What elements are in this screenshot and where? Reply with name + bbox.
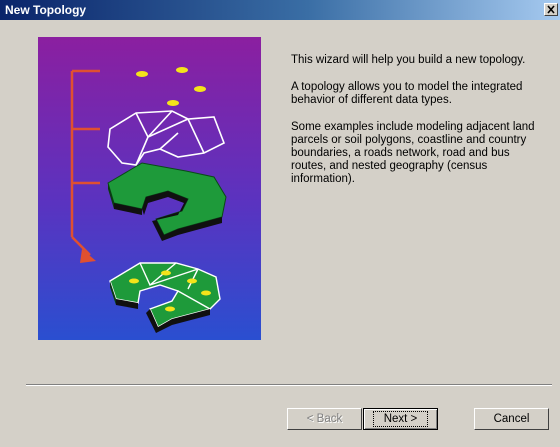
examples-paragraph: Some examples include modeling adjacent … [291, 121, 535, 185]
next-button-label: Next > [372, 411, 429, 427]
topology-illustration [38, 37, 261, 340]
close-button[interactable] [544, 3, 558, 16]
close-icon [547, 5, 555, 14]
window-title: New Topology [5, 3, 87, 17]
next-button[interactable]: Next > [363, 408, 438, 430]
intro-paragraph: This wizard will help you build a new to… [291, 54, 526, 66]
definition-paragraph: A topology allows you to model the integ… [291, 81, 523, 106]
title-bar[interactable]: New Topology [0, 0, 560, 20]
wizard-description: This wizard will help you build a new to… [291, 54, 536, 200]
back-button-label: < Back [306, 413, 343, 425]
new-topology-dialog: New Topology This wizard will help you b… [0, 0, 560, 447]
cancel-button[interactable]: Cancel [474, 408, 549, 430]
cancel-button-label: Cancel [493, 413, 530, 425]
button-separator [26, 384, 552, 386]
back-button[interactable]: < Back [287, 408, 362, 430]
